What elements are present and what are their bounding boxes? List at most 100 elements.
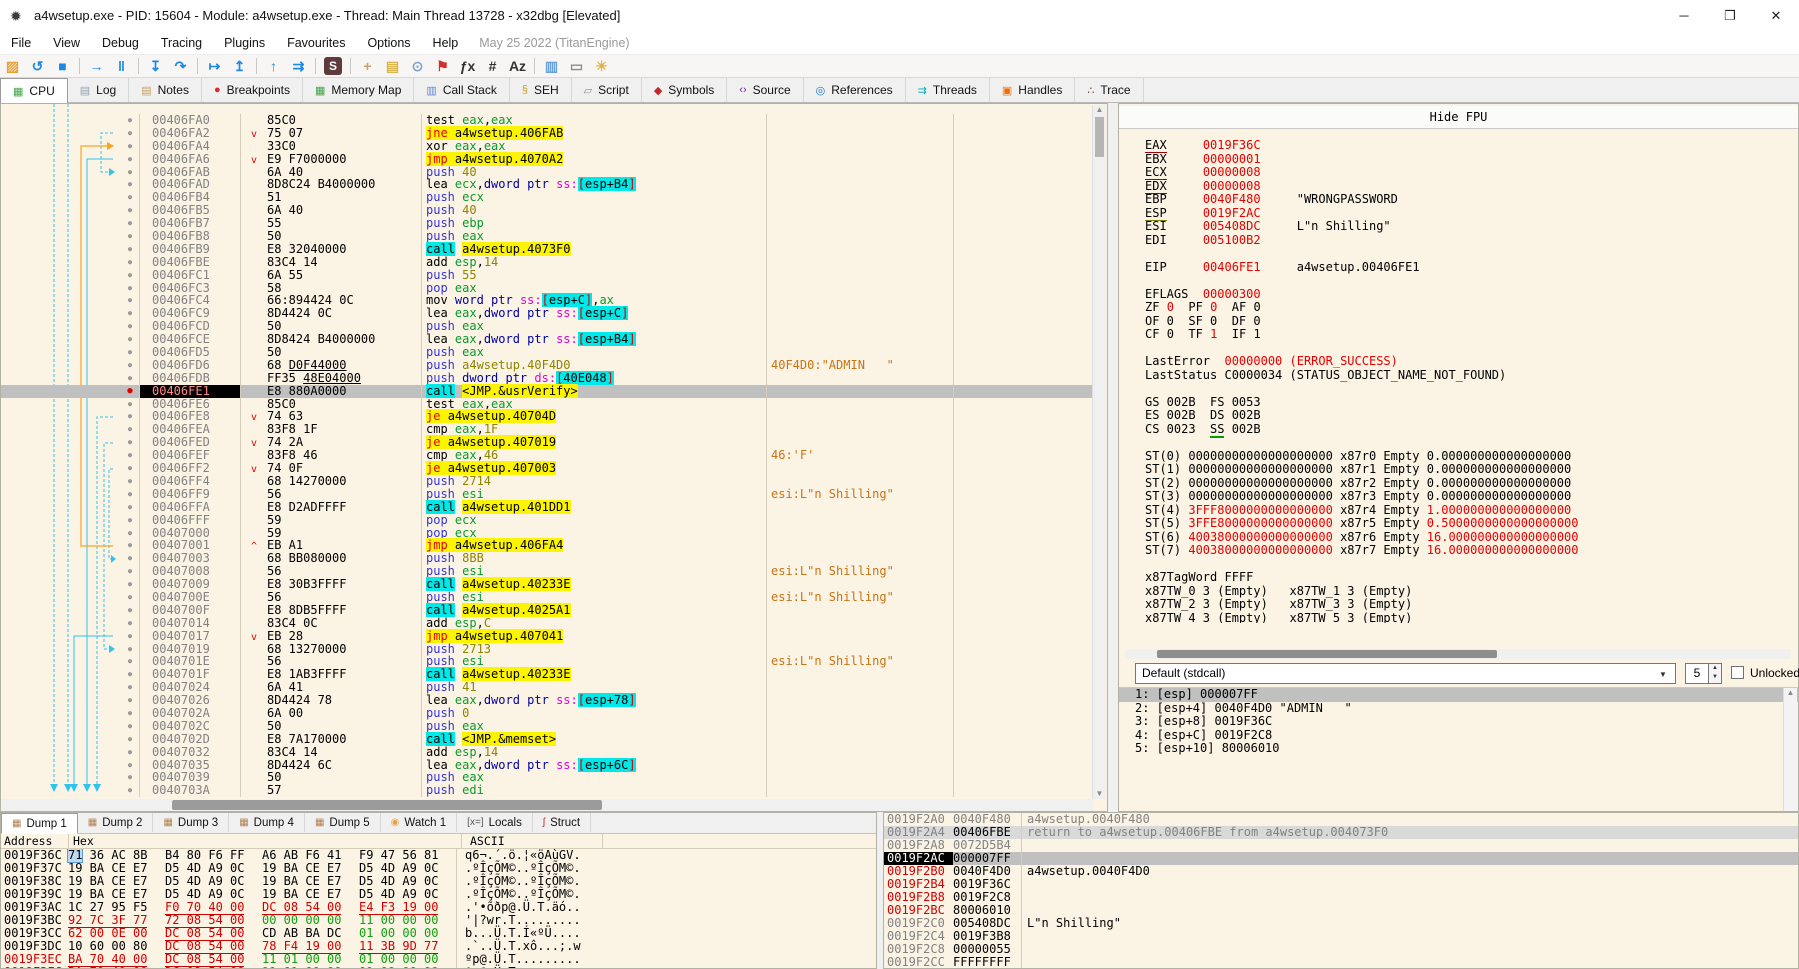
tab-source[interactable]: ‹›Source (727, 78, 803, 102)
stack-row[interactable]: 0019F2B00040F4D0a4wsetup.0040F4D0 (884, 865, 1798, 878)
register-line[interactable]: EDI 005100B2 (1145, 234, 1798, 248)
register-line[interactable] (1145, 382, 1798, 396)
script-icon[interactable]: ▥ (539, 56, 564, 76)
instruction-dot[interactable]: ● (121, 178, 140, 191)
instruction-dot[interactable]: ● (121, 617, 140, 630)
register-line[interactable]: LastStatus C0000034 (STATUS_OBJECT_NAME_… (1145, 369, 1798, 383)
disasm-row[interactable]: ●00406FC16A 55push 55 (1, 269, 1095, 282)
register-line[interactable]: EIP 00406FE1 a4wsetup.00406FE1 (1145, 261, 1798, 275)
register-line[interactable]: ES 002B DS 002B (1145, 409, 1798, 423)
disasm-row[interactable]: ●0040702DE8 7A170000call <JMP.&memset> (1, 733, 1095, 746)
breakpoint-dot[interactable]: ● (121, 385, 140, 398)
hscroll-thumb[interactable] (172, 800, 602, 810)
register-line[interactable]: LastError 00000000 (ERROR_SUCCESS) (1145, 355, 1798, 369)
instruction-dot[interactable]: ● (121, 784, 140, 797)
instruction-dot[interactable]: ● (121, 565, 140, 578)
disasm-row[interactable]: ●00406FA085C0test eax,eax (1, 114, 1095, 127)
stack-row[interactable]: 0019F2CCFFFFFFFF (884, 956, 1798, 969)
register-line[interactable] (1145, 436, 1798, 450)
instruction-dot[interactable]: ● (121, 514, 140, 527)
scroll-up-icon[interactable]: ▲ (1784, 688, 1797, 697)
tab-notes[interactable]: ▤Notes (129, 78, 202, 102)
tab-symbols[interactable]: ◆Symbols (642, 78, 727, 102)
instruction-dot[interactable]: ● (121, 539, 140, 552)
register-line[interactable]: ZF 0 PF 0 AF 0 (1145, 301, 1798, 315)
instruction-dot[interactable]: ● (121, 256, 140, 269)
tab-references[interactable]: ◎References (804, 78, 906, 102)
run-icon[interactable]: → (84, 56, 109, 76)
stack-row[interactable]: 0019F2AC000007FF (884, 852, 1798, 865)
patches-icon[interactable]: + (355, 56, 380, 76)
instruction-dot[interactable]: ● (121, 462, 140, 475)
stack-row[interactable]: 0019F2C0005408DCL"n Shilling" (884, 917, 1798, 930)
register-line[interactable] (1145, 558, 1798, 572)
instruction-dot[interactable]: ● (121, 771, 140, 784)
register-line[interactable]: ST(4) 3FFF8000000000000000 x87r4 Empty 1… (1145, 504, 1798, 518)
menu-file[interactable]: File (0, 36, 42, 50)
open-file-icon[interactable]: ▨ (0, 56, 25, 76)
instruction-dot[interactable]: ● (121, 191, 140, 204)
instruction-dot[interactable]: ● (121, 243, 140, 256)
tab-call-stack[interactable]: ▥Call Stack (414, 78, 509, 102)
pause-icon[interactable]: ‖ (109, 56, 134, 76)
disasm-row[interactable]: ●00406FF468 14270000push 2714 (1, 475, 1095, 488)
instruction-dot[interactable]: ● (121, 307, 140, 320)
register-line[interactable]: x87TagWord FFFF (1145, 571, 1798, 585)
register-line[interactable]: EAX 0019F36C (1145, 139, 1798, 153)
menu-options[interactable]: Options (356, 36, 421, 50)
instruction-dot[interactable]: ● (121, 436, 140, 449)
menu-plugins[interactable]: Plugins (213, 36, 276, 50)
tab-cpu[interactable]: ▦CPU (0, 78, 68, 104)
instruction-dot[interactable]: ● (121, 423, 140, 436)
menu-debug[interactable]: Debug (91, 36, 150, 50)
function-icon[interactable]: ƒx (455, 56, 480, 76)
menu-help[interactable]: Help (422, 36, 470, 50)
instruction-dot[interactable]: ● (121, 269, 140, 282)
trace-into-icon[interactable]: ⇉ (286, 56, 311, 76)
restart-icon[interactable]: ↺ (25, 56, 50, 76)
tab-handles[interactable]: ▣Handles (990, 78, 1075, 102)
instruction-dot[interactable]: ● (121, 153, 140, 166)
instruction-dot[interactable]: ● (121, 643, 140, 656)
register-line[interactable]: CF 0 TF 1 IF 1 (1145, 328, 1798, 342)
tab-script[interactable]: ▱Script (572, 78, 642, 102)
disasm-row[interactable]: ●0040700E56push esiesi:L"n Shilling" (1, 591, 1095, 604)
disasm-row[interactable]: ●00406FE1E8 880A0000call <JMP.&usrVerify… (1, 385, 1095, 398)
register-line[interactable]: ECX 00000008 (1145, 166, 1798, 180)
arguments-scrollbar[interactable]: ▲ (1783, 688, 1797, 811)
instruction-dot[interactable]: ● (121, 733, 140, 746)
hash-icon[interactable]: # (480, 56, 505, 76)
instruction-dot[interactable]: ● (121, 475, 140, 488)
argument-row[interactable]: 5: [esp+10] 80006010 (1119, 742, 1798, 756)
tab-struct[interactable]: ʃStruct (533, 813, 591, 832)
argument-row[interactable]: 3: [esp+8] 0019F36C (1119, 715, 1798, 729)
font-icon[interactable]: Az (505, 56, 530, 76)
disasm-row[interactable]: ●00406FA433C0xor eax,eax (1, 140, 1095, 153)
disassembly-hscrollbar[interactable] (2, 799, 1094, 811)
stack-row[interactable]: 0019F2A80072D5B4 (884, 839, 1798, 852)
instruction-dot[interactable]: ● (121, 372, 140, 385)
disasm-row[interactable]: ●00406FBE83C4 14add esp,14 (1, 256, 1095, 269)
minimize-button[interactable]: ─ (1661, 0, 1707, 32)
scroll-down-icon[interactable]: ▼ (1093, 789, 1106, 798)
disasm-row[interactable]: ●00406FFAE8 D2ADFFFFcall a4wsetup.401DD1 (1, 501, 1095, 514)
tab-dump-1[interactable]: ▦Dump 1 (1, 813, 78, 834)
register-line[interactable]: GS 002B FS 0053 (1145, 396, 1798, 410)
register-line[interactable]: ESP 0019F2AC (1145, 207, 1798, 221)
menu-tracing[interactable]: Tracing (150, 36, 213, 50)
instruction-dot[interactable]: ● (121, 552, 140, 565)
instruction-dot[interactable]: ● (121, 501, 140, 514)
instruction-dot[interactable]: ● (121, 127, 140, 140)
instruction-dot[interactable]: ● (121, 527, 140, 540)
instruction-dot[interactable]: ● (121, 140, 140, 153)
disasm-row[interactable]: ●00406FF2v74 0Fje a4wsetup.407003 (1, 462, 1095, 475)
calling-convention-select[interactable]: Default (stdcall) (1135, 663, 1676, 684)
instruction-dot[interactable]: ● (121, 282, 140, 295)
register-line[interactable] (1145, 247, 1798, 261)
instruction-dot[interactable]: ● (121, 591, 140, 604)
register-line[interactable] (1145, 274, 1798, 288)
instruction-dot[interactable]: ● (121, 320, 140, 333)
instruction-dot[interactable]: ● (121, 217, 140, 230)
tab-memory-map[interactable]: ▦Memory Map (303, 78, 414, 102)
tab-watch-1[interactable]: ◉Watch 1 (381, 813, 458, 832)
